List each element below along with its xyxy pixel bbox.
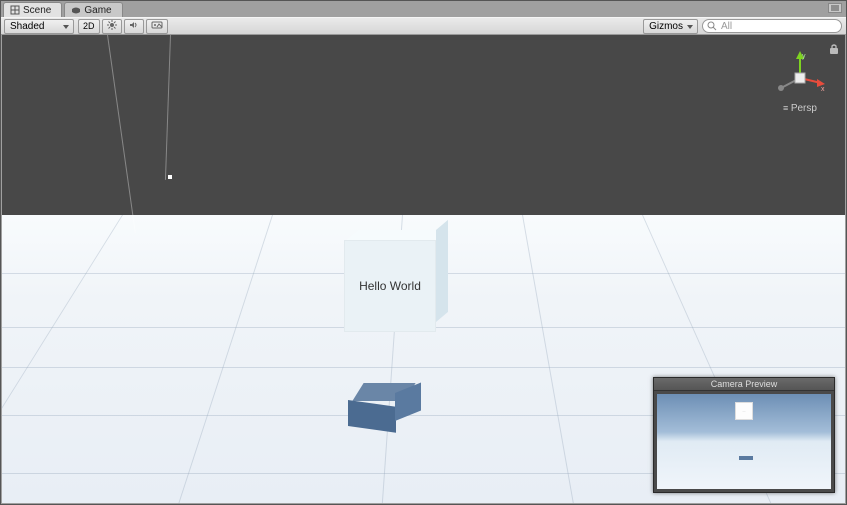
- tab-scene[interactable]: Scene: [3, 2, 62, 17]
- cube-text: Hello World: [359, 279, 421, 293]
- cube-side-face: [436, 220, 448, 322]
- tab-game-label: Game: [84, 5, 111, 16]
- camera-gizmo-handle[interactable]: [168, 175, 172, 179]
- tab-game[interactable]: Game: [64, 2, 122, 17]
- camera-preview-view: ···: [657, 394, 831, 489]
- lock-icon[interactable]: [829, 43, 839, 55]
- search-input[interactable]: All: [702, 19, 842, 33]
- projection-label: Persp: [791, 103, 817, 114]
- camera-preview-shadow: [739, 456, 753, 460]
- axis-y-label: y: [802, 53, 806, 60]
- light-icon: [107, 20, 117, 32]
- gizmos-dropdown[interactable]: Gizmos: [643, 19, 698, 34]
- camera-preview-cube: ···: [735, 402, 753, 420]
- gizmos-label: Gizmos: [649, 21, 683, 32]
- fx-icon: [151, 21, 163, 31]
- camera-preview-panel[interactable]: Camera Preview ···: [653, 377, 835, 493]
- scene-cube[interactable]: Hello World: [344, 230, 448, 334]
- camera-preview-title: Camera Preview: [654, 378, 834, 391]
- tab-menu-button[interactable]: [828, 3, 842, 13]
- 2d-toggle-label: 2D: [83, 21, 95, 31]
- projection-toggle[interactable]: ≡ Persp: [771, 103, 829, 114]
- fx-toggle-button[interactable]: [146, 19, 168, 34]
- scene-icon: [10, 5, 20, 15]
- shading-mode-value: Shaded: [10, 21, 44, 32]
- audio-icon: [129, 20, 139, 32]
- search-placeholder: All: [721, 21, 732, 32]
- cube-front-face: Hello World: [344, 240, 436, 332]
- scene-toolbar: Shaded 2D Gizmos All: [1, 17, 846, 35]
- game-icon: [71, 5, 81, 15]
- tab-scene-label: Scene: [23, 5, 51, 16]
- tab-bar: Scene Game: [1, 1, 846, 17]
- shading-mode-dropdown[interactable]: Shaded: [4, 19, 74, 34]
- scene-viewport[interactable]: Hello World y x ≡ Persp Camera Preview ·…: [2, 35, 845, 503]
- orientation-gizmo[interactable]: y x: [771, 49, 829, 107]
- scene-shadow-cube[interactable]: [348, 383, 422, 427]
- axis-x-label: x: [821, 86, 825, 93]
- 2d-toggle-button[interactable]: 2D: [78, 19, 100, 34]
- search-icon: [707, 21, 717, 34]
- audio-toggle-button[interactable]: [124, 19, 144, 34]
- lighting-toggle-button[interactable]: [102, 19, 122, 34]
